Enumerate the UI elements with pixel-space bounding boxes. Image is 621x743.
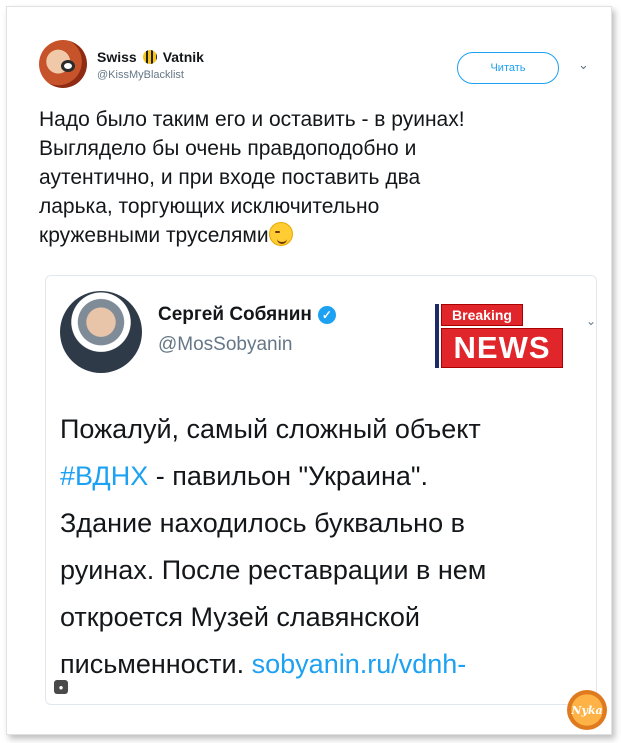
quoted-author-handle[interactable]: @MosSobyanin [158,334,292,356]
quoted-line-text: письменности. [60,649,252,679]
tweet-line: Выглядело бы очень правдоподобно и [39,137,417,160]
tweet-line-last: кружевными труселями [39,221,599,250]
chevron-down-icon[interactable]: ⌄ [586,314,596,328]
tweet-line: ларька, торгующих исключительно [39,195,380,218]
verified-badge-icon: ✓ [317,306,336,324]
winking-face-icon [268,222,293,246]
news-label: NEWS [441,328,563,368]
breaking-label: Breaking [441,304,523,326]
tweet-text: Надо было таким его и оставить - в руина… [39,105,599,250]
author-avatar[interactable] [39,40,87,88]
quoted-line-rest: - павильон "Украина". [148,461,429,491]
breaking-news-bar [435,304,439,368]
author-name-left: Swiss [97,49,137,65]
quoted-author-name: Сергей Собянин [158,304,312,325]
hashtag-link[interactable]: #ВДНХ [60,461,148,491]
quoted-tweet-text: Пожалуй, самый сложный объект #ВДНХ - па… [60,406,590,688]
quoted-tweet[interactable]: Сергей Собянин ✓ @MosSobyanin Breaking N… [45,275,597,705]
tweet-line: аутентично, и при входе поставить два [39,166,421,189]
quoted-author-name-row[interactable]: Сергей Собянин ✓ [158,304,336,326]
site-watermark-logo: Nyka [567,690,607,730]
quoted-line: откроется Музей славянской [60,602,420,632]
avatar-eye [61,60,75,72]
quoted-line: руинах. После реставрации в нем [60,555,487,585]
media-indicator-icon: ● [54,680,68,694]
article-link[interactable]: sobyanin.ru/vdnh- [252,649,467,679]
follow-button[interactable]: Читать [457,52,559,84]
tweet-card: Swiss Vatnik @KissMyBlacklist Читать ⌄ Н… [6,6,612,735]
quoted-line: письменности. sobyanin.ru/vdnh- [60,641,590,688]
chevron-down-icon[interactable]: ⌄ [578,57,589,73]
tweet-line: кружевными труселями [39,224,269,247]
quoted-line: #ВДНХ - павильон "Украина". [60,453,590,500]
quoted-line: Здание находилось буквально в [60,508,465,538]
author-handle[interactable]: @KissMyBlacklist [97,69,184,81]
quoted-author-avatar[interactable] [60,291,142,373]
author-name-row[interactable]: Swiss Vatnik [97,49,204,65]
bee-icon [142,50,157,64]
tweet-line: Надо было таким его и оставить - в руина… [39,108,465,131]
breaking-news-logo: Breaking NEWS [435,298,565,370]
author-name-right: Vatnik [162,49,204,65]
quoted-line: Пожалуй, самый сложный объект [60,414,481,444]
